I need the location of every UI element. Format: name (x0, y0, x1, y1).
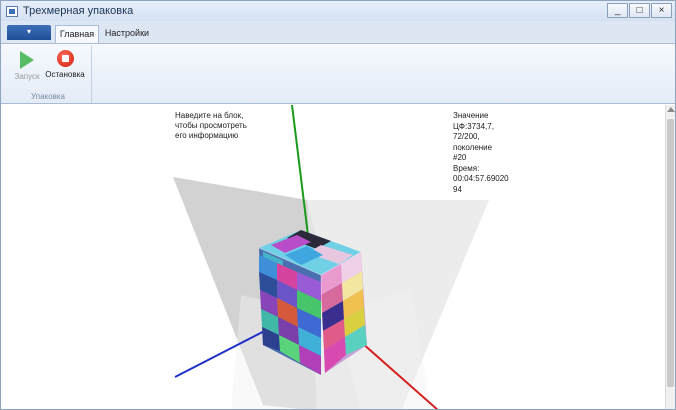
window-controls: _ □ × (607, 3, 672, 18)
start-button[interactable]: Запуск (7, 49, 47, 85)
status-generation-value: #20 (453, 153, 467, 162)
tab-home[interactable]: Главная (55, 25, 99, 43)
status-generation-label: поколение (453, 142, 493, 152)
dropdown-arrow-icon: ▾ (26, 27, 31, 36)
minimize-button[interactable]: _ (607, 3, 628, 18)
scroll-thumb[interactable] (667, 119, 674, 387)
application-menu-button[interactable]: ▾ (7, 25, 51, 40)
status-time-label: Время: (453, 163, 480, 173)
3d-viewport[interactable]: Наведите на блок, чтобы просмотреть его … (1, 105, 665, 410)
start-button-label: Запуск (14, 72, 40, 81)
3d-scene[interactable] (1, 105, 665, 410)
stop-button[interactable]: Остановка (45, 49, 85, 85)
stop-button-label: Остановка (45, 70, 85, 79)
ribbon-tab-row: ▾ Главная Настройки (1, 21, 675, 43)
tab-settings[interactable]: Настройки (102, 25, 152, 43)
ribbon-group-label: Упаковка (31, 92, 65, 101)
maximize-button[interactable]: □ (629, 3, 650, 18)
title-bar[interactable]: Трехмерная упаковка _ □ × (1, 1, 675, 21)
status-fitness-value: ЦФ:3734,7, (453, 121, 494, 131)
scroll-up-arrow-icon[interactable] (667, 107, 675, 112)
hover-hint-text: Наведите на блок, чтобы просмотреть его … (175, 111, 247, 140)
app-icon (6, 5, 18, 17)
play-icon (20, 51, 34, 69)
ribbon-panel: Запуск Остановка Упаковка (1, 43, 675, 104)
status-time-value-cont: 94 (453, 184, 462, 194)
app-window: Трехмерная упаковка _ □ × ▾ Главная Наст… (0, 0, 676, 410)
status-info: Значение ЦФ:3734,7, 72/200, поколение #2… (453, 111, 515, 195)
vertical-scrollbar[interactable] (665, 105, 675, 409)
stop-icon (56, 50, 74, 67)
status-fitness-value-cont: 72/200, (453, 132, 480, 141)
status-value-label: Значение (453, 111, 489, 120)
status-time-value: 00:04:57.69020 (453, 174, 509, 183)
ribbon-group-packing: Запуск Остановка Упаковка (4, 46, 92, 103)
window-title: Трехмерная упаковка (23, 5, 134, 17)
close-button[interactable]: × (651, 3, 672, 18)
